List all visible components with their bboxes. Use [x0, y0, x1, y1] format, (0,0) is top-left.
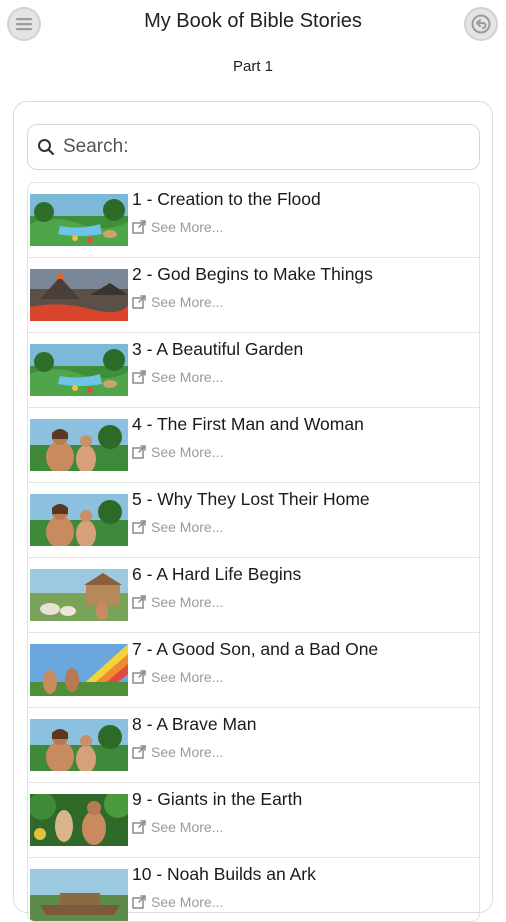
story-title[interactable]: 2 - God Begins to Make Things	[132, 264, 373, 285]
header: My Book of Bible Stories Part 1	[0, 0, 506, 100]
search-field[interactable]: Search:	[27, 124, 480, 170]
story-thumbnail	[30, 344, 128, 396]
list-item[interactable]: 1 - Creation to the Flood See More...	[28, 183, 479, 258]
see-more-link[interactable]: See More...	[132, 519, 223, 535]
see-more-link[interactable]: See More...	[132, 294, 223, 310]
external-link-icon	[132, 670, 146, 684]
story-title[interactable]: 3 - A Beautiful Garden	[132, 339, 303, 360]
list-item[interactable]: 7 - A Good Son, and a Bad One See More...	[28, 633, 479, 708]
story-title[interactable]: 8 - A Brave Man	[132, 714, 257, 735]
see-more-label: See More...	[151, 819, 224, 835]
story-thumbnail	[30, 419, 128, 471]
external-link-icon	[132, 745, 146, 759]
see-more-label: See More...	[151, 519, 224, 535]
external-link-icon	[132, 370, 146, 384]
see-more-label: See More...	[151, 444, 224, 460]
see-more-link[interactable]: See More...	[132, 744, 223, 760]
list-item[interactable]: 9 - Giants in the Earth See More...	[28, 783, 479, 858]
story-list[interactable]: 1 - Creation to the Flood See More... 2 - …	[27, 182, 480, 922]
story-thumbnail	[30, 494, 128, 546]
story-thumbnail	[30, 194, 128, 246]
list-item[interactable]: 6 - A Hard Life Begins See More...	[28, 558, 479, 633]
external-link-icon	[132, 220, 146, 234]
see-more-link[interactable]: See More...	[132, 669, 223, 685]
story-title[interactable]: 7 - A Good Son, and a Bad One	[132, 639, 378, 660]
page-title: My Book of Bible Stories	[144, 10, 362, 32]
see-more-label: See More...	[151, 294, 224, 310]
list-item[interactable]: 8 - A Brave Man See More...	[28, 708, 479, 783]
story-thumbnail	[30, 269, 128, 321]
see-more-label: See More...	[151, 669, 224, 685]
story-thumbnail	[30, 719, 128, 771]
see-more-label: See More...	[151, 744, 224, 760]
external-link-icon	[132, 595, 146, 609]
list-item[interactable]: 10 - Noah Builds an Ark See More...	[28, 858, 479, 921]
story-title[interactable]: 4 - The First Man and Woman	[132, 414, 364, 435]
story-title[interactable]: 5 - Why They Lost Their Home	[132, 489, 370, 510]
see-more-link[interactable]: See More...	[132, 219, 223, 235]
list-item[interactable]: 5 - Why They Lost Their Home See More...	[28, 483, 479, 558]
list-item[interactable]: 3 - A Beautiful Garden See More...	[28, 333, 479, 408]
external-link-icon	[132, 895, 146, 909]
see-more-link[interactable]: See More...	[132, 894, 223, 910]
external-link-icon	[132, 295, 146, 309]
external-link-icon	[132, 520, 146, 534]
story-thumbnail	[30, 869, 128, 921]
see-more-label: See More...	[151, 894, 224, 910]
external-link-icon	[132, 820, 146, 834]
see-more-label: See More...	[151, 594, 224, 610]
see-more-link[interactable]: See More...	[132, 819, 223, 835]
content-panel: Search: 1 - Creation to the Flood See Mor…	[13, 101, 493, 922]
list-item[interactable]: 4 - The First Man and Woman See More...	[28, 408, 479, 483]
external-link-icon	[132, 445, 146, 459]
story-title[interactable]: 9 - Giants in the Earth	[132, 789, 302, 810]
see-more-label: See More...	[151, 369, 224, 385]
back-arrow-icon	[471, 14, 491, 34]
story-title[interactable]: 1 - Creation to the Flood	[132, 189, 321, 210]
see-more-link[interactable]: See More...	[132, 369, 223, 385]
search-label: Search:	[63, 136, 129, 157]
list-item[interactable]: 2 - God Begins to Make Things See More...	[28, 258, 479, 333]
story-thumbnail	[30, 569, 128, 621]
page-subtitle: Part 1	[232, 58, 274, 75]
story-title[interactable]: 6 - A Hard Life Begins	[132, 564, 301, 585]
search-icon	[38, 139, 55, 156]
story-thumbnail	[30, 794, 128, 846]
see-more-link[interactable]: See More...	[132, 594, 223, 610]
see-more-link[interactable]: See More...	[132, 444, 223, 460]
back-button[interactable]	[464, 7, 498, 41]
story-thumbnail	[30, 644, 128, 696]
story-title[interactable]: 10 - Noah Builds an Ark	[132, 864, 316, 885]
see-more-label: See More...	[151, 219, 224, 235]
